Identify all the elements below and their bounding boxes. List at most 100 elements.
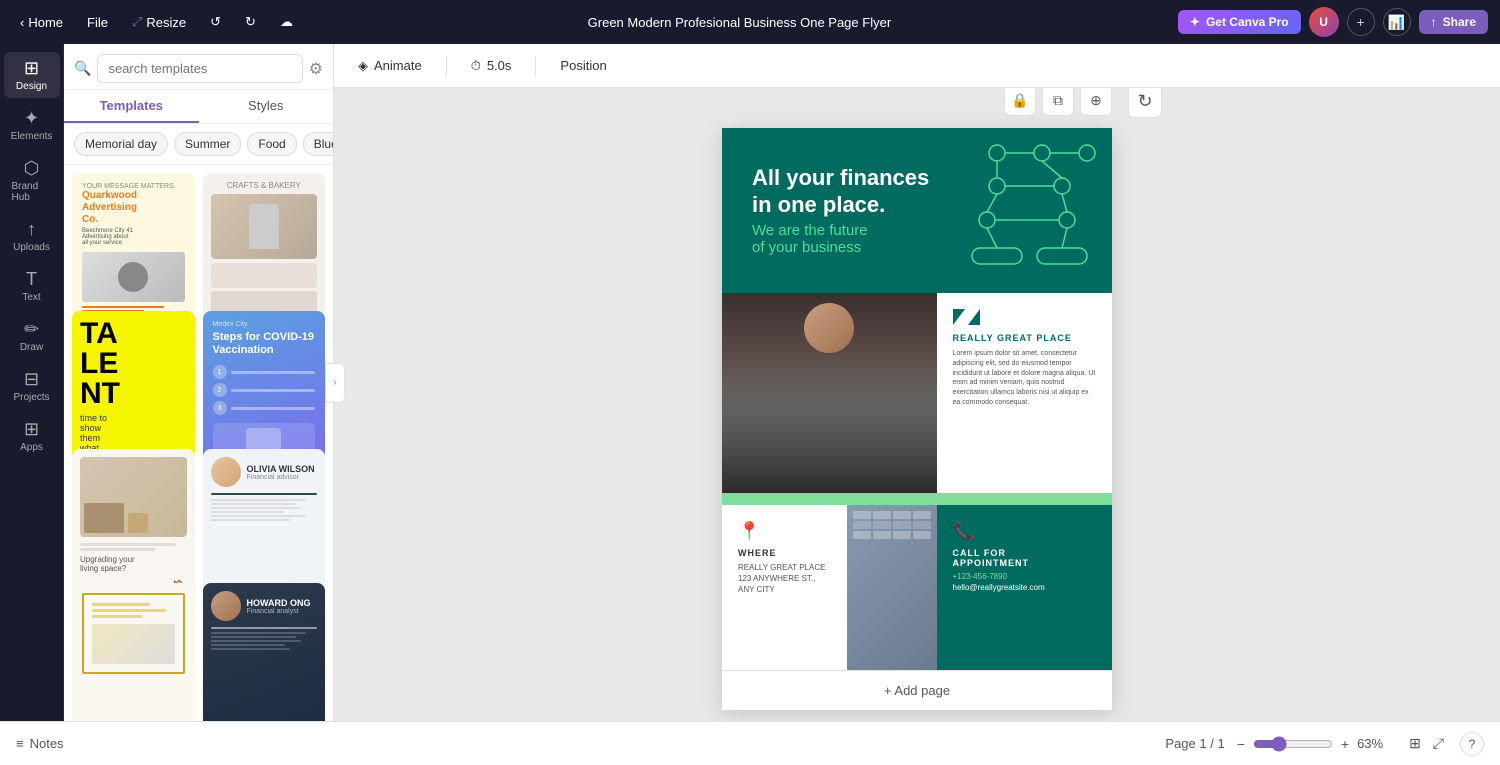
resize-button[interactable]: ⤢ Resize: [124, 10, 194, 34]
sidebar-item-elements[interactable]: ✦ Elements: [4, 102, 60, 148]
share-label: Share: [1443, 15, 1476, 29]
flyer-location: 📍 WHERE REALLY GREAT PLACE 123 ANYWHERE …: [722, 505, 937, 670]
copy-icon[interactable]: ⧉: [1042, 88, 1074, 116]
canvas[interactable]: All your finances in one place. We are t…: [722, 128, 1112, 710]
notes-icon: ≡: [16, 736, 24, 751]
search-icon: 🔍: [74, 60, 91, 77]
sidebar-item-text[interactable]: T Text: [4, 263, 60, 309]
sidebar-item-brand-hub[interactable]: ⬡ Brand Hub: [4, 152, 60, 209]
file-button[interactable]: File: [79, 11, 116, 34]
filter-button[interactable]: ⚙: [309, 59, 323, 79]
brand-icon: ⬡: [24, 158, 40, 179]
sidebar-item-design[interactable]: ⊞ Design: [4, 52, 60, 98]
file-label: File: [87, 15, 108, 30]
uploads-icon: ↑: [27, 219, 36, 240]
flyer-contact: 📞 CALL FOR APPOINTMENT +123-456-7890 hel…: [937, 505, 1113, 670]
undo-button[interactable]: ↺: [202, 10, 229, 34]
canva-pro-label: Get Canva Pro: [1206, 15, 1289, 29]
refresh-button[interactable]: ↻: [1128, 88, 1162, 118]
tab-templates[interactable]: Templates: [64, 90, 199, 123]
tab-styles[interactable]: Styles: [199, 90, 334, 123]
fullscreen-button[interactable]: ⤢: [1429, 731, 1448, 756]
redo-button[interactable]: ↻: [237, 10, 264, 34]
chip-summer[interactable]: Summer: [174, 132, 241, 156]
chip-food[interactable]: Food: [247, 132, 296, 156]
panel-tabs: Templates Styles: [64, 90, 333, 124]
call-label: CALL FOR APPOINTMENT: [953, 548, 1097, 568]
sidebar-item-label: Uploads: [13, 242, 50, 253]
company-name: REALLY GREAT PLACE: [953, 333, 1097, 343]
avatar[interactable]: U: [1309, 7, 1339, 37]
sidebar-item-label: Brand Hub: [12, 181, 52, 203]
flyer-headline: All your finances in one place. We are t…: [752, 165, 929, 256]
zoom-in-button[interactable]: +: [1341, 736, 1349, 752]
text-icon: T: [26, 269, 37, 290]
zoom-slider[interactable]: [1253, 736, 1333, 752]
flyer-photo: [722, 293, 937, 493]
sidebar-item-projects[interactable]: ⊟ Projects: [4, 363, 60, 409]
sidebar-item-apps[interactable]: ⊞ Apps: [4, 413, 60, 459]
share-button[interactable]: ↑ Share: [1419, 10, 1488, 34]
redo-icon: ↻: [245, 14, 256, 30]
divider: [535, 56, 536, 76]
sidebar-item-label: Projects: [13, 392, 49, 403]
divider: [446, 56, 447, 76]
add-page-button[interactable]: + Add page: [722, 670, 1112, 710]
more-options-icon[interactable]: ⊕: [1080, 88, 1112, 116]
add-people-button[interactable]: +: [1347, 8, 1375, 36]
animate-label: Animate: [374, 58, 422, 73]
lock-icon[interactable]: 🔒: [1004, 88, 1036, 116]
green-divider: [722, 493, 1112, 505]
bottom-bar: ≡ Notes Page 1 / 1 − + 63% ⊞ ⤢ ?: [0, 721, 1500, 765]
hide-panel-button[interactable]: ›: [325, 363, 345, 403]
cloud-save-button[interactable]: ☁: [272, 10, 301, 34]
flyer-subheading: We are the future of your business: [752, 222, 929, 256]
search-input[interactable]: [97, 54, 302, 83]
canva-pro-button[interactable]: ✦ Get Canva Pro: [1178, 10, 1301, 34]
flyer-heading-line1: All your finances in one place.: [752, 165, 929, 218]
zoom-out-button[interactable]: −: [1237, 736, 1245, 752]
template-card[interactable]: [72, 583, 195, 721]
stats-button[interactable]: 📊: [1383, 8, 1411, 36]
notes-label: Notes: [30, 736, 64, 751]
help-button[interactable]: ?: [1460, 732, 1484, 756]
animate-button[interactable]: ◈ Animate: [350, 54, 430, 78]
home-button[interactable]: ‹ Home: [12, 11, 71, 34]
canvas-with-controls: 🔒 ⧉ ⊕ All your finances in one place.: [722, 128, 1112, 710]
document-title: Green Modern Profesional Business One Pa…: [309, 15, 1170, 30]
position-label: Position: [560, 58, 606, 73]
sidebar-item-label: Draw: [20, 342, 43, 353]
filter-chips: Memorial day Summer Food Blue ›: [64, 124, 333, 165]
chip-blue[interactable]: Blue: [303, 132, 333, 156]
sidebar-item-label: Apps: [20, 442, 43, 453]
network-graphic: [912, 128, 1112, 293]
sidebar-item-draw[interactable]: ✏ Draw: [4, 313, 60, 359]
duration-button[interactable]: ⏱ 5.0s: [463, 54, 520, 78]
animate-icon: ◈: [358, 58, 368, 74]
main-layout: ⊞ Design ✦ Elements ⬡ Brand Hub ↑ Upload…: [0, 44, 1500, 721]
phone-icon: 📞: [953, 521, 1097, 542]
template-card[interactable]: HOWARD ONG Financial analyst: [203, 583, 326, 721]
apps-icon: ⊞: [24, 419, 39, 440]
chevron-left-icon: ‹: [20, 15, 24, 30]
flyer-middle: REALLY GREAT PLACE Lorem ipsum dolor sit…: [722, 293, 1112, 493]
position-button[interactable]: Position: [552, 54, 614, 77]
sidebar-item-uploads[interactable]: ↑ Uploads: [4, 213, 60, 259]
phone-number: +123-456-7890: [953, 572, 1097, 581]
templates-grid: YOUR MESSAGE MATTERS. QuarkwoodAdvertisi…: [64, 165, 333, 721]
undo-icon: ↺: [210, 14, 221, 30]
top-toolbar: ◈ Animate ⏱ 5.0s Position: [334, 44, 1500, 88]
canva-star-icon: ✦: [1190, 15, 1200, 29]
canvas-wrapper[interactable]: 🔒 ⧉ ⊕ All your finances in one place.: [334, 88, 1500, 721]
draw-icon: ✏: [24, 319, 39, 340]
notes-button[interactable]: ≡ Notes: [16, 736, 64, 751]
email-address: hello@reallygreatsite.com: [953, 583, 1097, 592]
grid-view-button[interactable]: ⊞: [1405, 731, 1425, 756]
resize-label: Resize: [146, 15, 186, 30]
flyer-content: All your finances in one place. We are t…: [722, 128, 1112, 670]
share-icon: ↑: [1431, 15, 1437, 29]
canvas-side-actions: ↻: [1128, 88, 1162, 118]
design-icon: ⊞: [24, 58, 39, 79]
chip-memorial-day[interactable]: Memorial day: [74, 132, 168, 156]
canvas-area: ◈ Animate ⏱ 5.0s Position 🔒 ⧉ ⊕: [334, 44, 1500, 721]
